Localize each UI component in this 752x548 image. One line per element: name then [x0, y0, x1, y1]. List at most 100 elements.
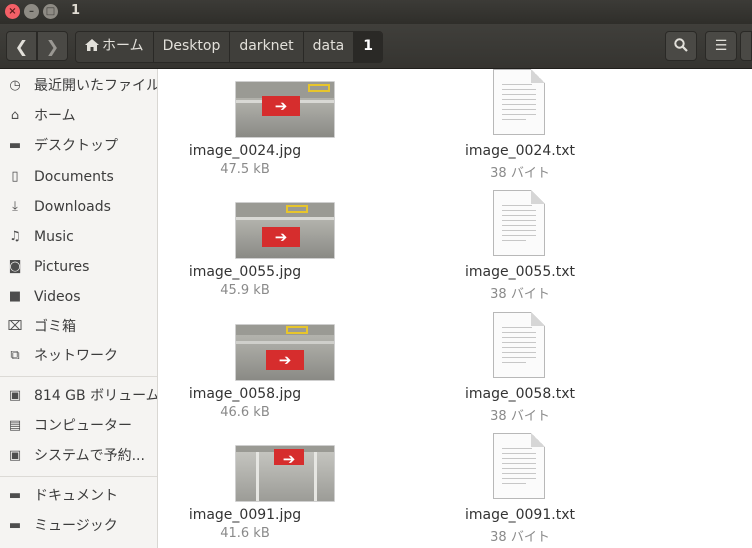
text-file-icon	[493, 312, 545, 378]
back-button[interactable]: ❮	[6, 31, 37, 61]
file-item-image[interactable]: image_0091.jpg 41.6 kB	[165, 445, 335, 548]
breadcrumb-label: ホーム	[102, 38, 144, 54]
video-icon: ■	[8, 289, 22, 304]
file-size: 38 バイト	[490, 409, 550, 424]
file-item-text[interactable]: image_0055.txt 38 バイト	[440, 190, 600, 310]
file-size: 41.6 kB	[220, 526, 270, 541]
header-toolbar: ❮ ❯ ホーム Desktop darknet data 1 ☰	[0, 24, 752, 69]
file-item-image[interactable]: image_0058.jpg 46.6 kB	[165, 324, 335, 444]
text-file-icon	[493, 433, 545, 499]
sidebar-item-documents[interactable]: ▯ Documents	[0, 163, 157, 191]
forward-button[interactable]: ❯	[37, 31, 68, 61]
breadcrumb-desktop[interactable]: Desktop	[153, 32, 231, 62]
sidebar-item-pictures[interactable]: ◙ Pictures	[0, 253, 157, 281]
sidebar-item-label: Documents	[34, 169, 114, 185]
file-name: image_0091.txt	[465, 507, 575, 523]
list-view-icon: ☰	[714, 38, 728, 54]
file-item-text[interactable]: image_0058.txt 38 バイト	[440, 312, 600, 432]
sidebar-item-music-jp[interactable]: ▬ ミュージック	[0, 512, 157, 540]
file-item-image[interactable]: image_0055.jpg 45.9 kB	[165, 202, 335, 322]
sidebar-item-label: システムで予約...	[34, 448, 145, 464]
file-size: 47.5 kB	[220, 162, 270, 177]
file-name: image_0055.jpg	[188, 264, 302, 280]
sidebar-item-computer[interactable]: ▤ コンピューター	[0, 412, 157, 440]
image-thumbnail	[235, 202, 335, 259]
sidebar-item-trash[interactable]: ⌧ ゴミ箱	[0, 313, 157, 341]
file-name: image_0055.txt	[465, 264, 575, 280]
file-name: image_0024.jpg	[188, 143, 302, 159]
text-file-icon	[493, 69, 545, 135]
trash-icon: ⌧	[7, 319, 23, 334]
sidebar-item-label: ミュージック	[34, 518, 118, 534]
close-window-button[interactable]: ×	[5, 4, 20, 19]
file-item-image[interactable]: image_0024.jpg 47.5 kB	[165, 81, 335, 201]
drive-icon: ▣	[8, 448, 22, 463]
music-icon: ♫	[9, 229, 21, 244]
clock-icon: ◷	[9, 78, 21, 93]
file-grid: image_0024.jpg 47.5 kB image_0024.txt 38…	[158, 69, 752, 548]
window-title: 1	[71, 3, 81, 18]
sidebar-divider	[0, 376, 157, 377]
breadcrumb-darknet[interactable]: darknet	[230, 32, 304, 62]
sidebar-item-music[interactable]: ♫ Music	[0, 223, 157, 251]
title-bar: × – □ 1	[0, 0, 752, 24]
image-thumbnail	[235, 81, 335, 138]
sidebar-divider	[0, 476, 157, 477]
minimize-window-button[interactable]: –	[24, 4, 39, 19]
sidebar-item-home[interactable]: ⌂ ホーム	[0, 102, 157, 130]
file-size: 45.9 kB	[220, 283, 270, 298]
download-icon: ⤓	[12, 199, 18, 214]
sidebar-item-network[interactable]: ⧉ ネットワーク	[0, 342, 157, 370]
file-size: 38 バイト	[490, 166, 550, 181]
file-name: image_0091.jpg	[188, 507, 302, 523]
computer-icon: ▤	[8, 418, 22, 433]
home-icon	[85, 39, 99, 51]
sidebar-item-label: ゴミ箱	[34, 319, 76, 335]
sidebar-item-documents-jp[interactable]: ▬ ドキュメント	[0, 482, 157, 510]
sidebar-item-label: 814 GB ボリューム	[34, 388, 158, 404]
image-thumbnail	[235, 324, 335, 381]
sidebar-item-label: ネットワーク	[34, 348, 118, 364]
sidebar-item-label: ドキュメント	[34, 488, 118, 504]
sidebar-item-label: Videos	[34, 289, 81, 305]
folder-icon: ▬	[8, 488, 22, 503]
network-icon: ⧉	[10, 348, 20, 363]
sidebar-item-label: Downloads	[34, 199, 111, 215]
sidebar-item-downloads[interactable]: ⤓ Downloads	[0, 193, 157, 221]
view-options-button[interactable]	[740, 31, 752, 61]
sidebar-item-label: ホーム	[34, 108, 76, 124]
breadcrumb-data[interactable]: data	[303, 32, 355, 62]
home-icon: ⌂	[10, 108, 20, 123]
maximize-window-button[interactable]: □	[43, 4, 58, 19]
file-item-text[interactable]: image_0024.txt 38 バイト	[440, 69, 600, 189]
sidebar-item-label: コンピューター	[34, 418, 132, 434]
image-thumbnail	[235, 445, 335, 502]
breadcrumb: ホーム Desktop darknet data 1	[75, 31, 383, 63]
sidebar-item-label: Music	[34, 229, 74, 245]
search-icon	[674, 38, 688, 52]
file-size: 46.6 kB	[220, 405, 270, 420]
sidebar-item-label: Pictures	[34, 259, 90, 275]
sidebar-item-recent[interactable]: ◷ 最近開いたファイル	[0, 72, 157, 100]
breadcrumb-current[interactable]: 1	[354, 32, 382, 62]
drive-icon: ▣	[8, 388, 22, 403]
file-size: 38 バイト	[490, 287, 550, 302]
file-name: image_0058.txt	[465, 386, 575, 402]
text-file-icon	[493, 190, 545, 256]
search-button[interactable]	[665, 31, 697, 61]
camera-icon: ◙	[8, 259, 22, 274]
sidebar-item-desktop[interactable]: ▬ デスクトップ	[0, 132, 157, 160]
document-icon: ▯	[11, 169, 19, 184]
sidebar-item-volume-814gb[interactable]: ▣ 814 GB ボリューム	[0, 382, 157, 410]
sidebar-item-system-reserved[interactable]: ▣ システムで予約...	[0, 442, 157, 470]
sidebar: ◷ 最近開いたファイル ⌂ ホーム ▬ デスクトップ ▯ Documents ⤓…	[0, 69, 158, 548]
folder-icon: ▬	[8, 138, 22, 153]
list-view-button[interactable]: ☰	[705, 31, 737, 61]
sidebar-item-videos[interactable]: ■ Videos	[0, 283, 157, 311]
file-item-text[interactable]: image_0091.txt 38 バイト	[440, 433, 600, 548]
file-name: image_0058.jpg	[188, 386, 302, 402]
file-name: image_0024.txt	[465, 143, 575, 159]
sidebar-item-label: デスクトップ	[34, 138, 118, 154]
folder-icon: ▬	[8, 518, 22, 533]
breadcrumb-home[interactable]: ホーム	[76, 32, 154, 62]
